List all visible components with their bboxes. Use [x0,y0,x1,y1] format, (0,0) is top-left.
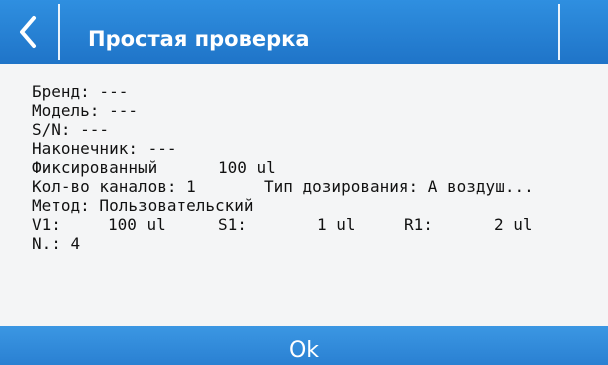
channels-count: Кол-во каналов: 1 [32,177,196,196]
r1-value: 2 ul [494,215,533,234]
volume-line: Фиксированный 100 ul [32,158,592,177]
r1-label: R1: [404,215,433,234]
header-divider [558,4,560,60]
n-line: N.: 4 [32,234,81,253]
brand-line: Бренд: --- [32,82,129,101]
back-button[interactable] [4,4,60,60]
header-bar: Простая проверка [0,0,608,64]
serial-line: S/N: --- [32,120,110,139]
s1-label: S1: [218,215,247,234]
volume-value: 100 ul [218,158,276,177]
info-panel: Бренд: --- Модель: --- S/N: --- Наконечн… [32,82,592,253]
parameters-line: V1: 100 ul S1: 1 ul R1: 2 ul [32,215,592,234]
method-line: Метод: Пользовательский [32,196,254,215]
dosing-type: Тип дозирования: А воздуш... [264,177,534,196]
v1-label: V1: [32,215,61,234]
screen: Простая проверка Бренд: --- Модель: --- … [0,0,608,365]
tip-line: Наконечник: --- [32,139,177,158]
chevron-left-icon [20,16,36,48]
channels-line: Кол-во каналов: 1 Тип дозирования: А воз… [32,177,592,196]
page-title: Простая проверка [88,27,310,51]
volume-type: Фиксированный [32,158,158,177]
ok-button[interactable]: Ok [0,326,608,365]
model-line: Модель: --- [32,101,138,120]
s1-value: 1 ul [317,215,356,234]
v1-value: 100 ul [108,215,166,234]
ok-label: Ok [288,338,320,363]
